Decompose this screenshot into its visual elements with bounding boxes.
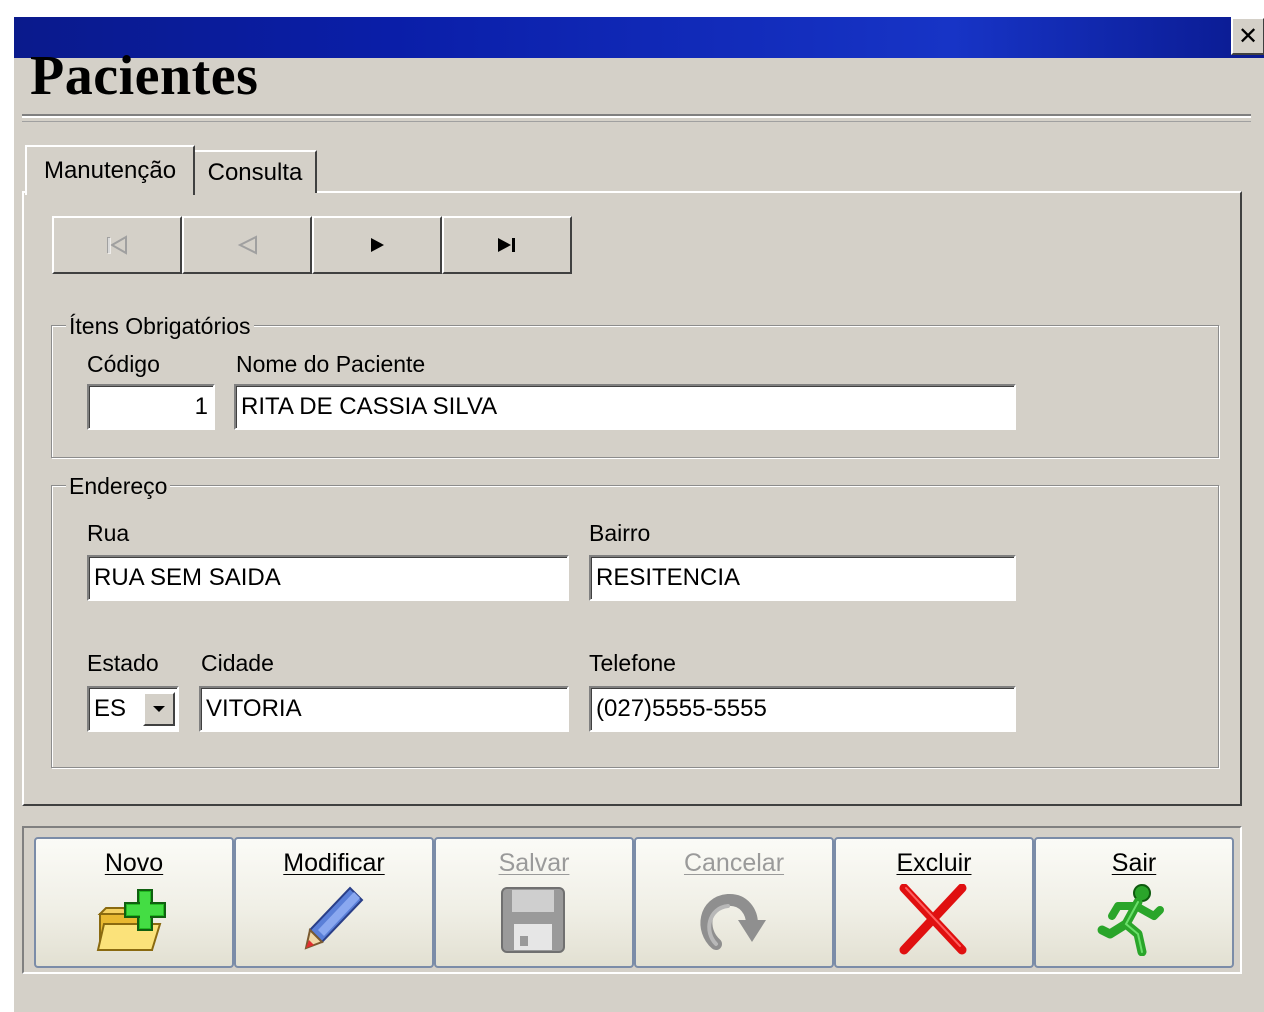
cidade-field[interactable]: VITORIA	[199, 686, 569, 732]
close-button[interactable]: ✕	[1231, 17, 1264, 55]
novo-button[interactable]: Novo	[34, 837, 234, 968]
cancelar-label: Cancelar	[683, 849, 785, 877]
rua-field[interactable]: RUA SEM SAIDA	[87, 555, 569, 601]
tab-manutencao[interactable]: Manutenção	[25, 145, 195, 195]
next-record-button[interactable]	[312, 216, 442, 274]
last-record-icon	[498, 238, 515, 252]
nome-paciente-field[interactable]: RITA DE CASSIA SILVA	[234, 384, 1016, 430]
title-divider	[22, 114, 1251, 118]
modificar-label: Modificar	[283, 849, 385, 877]
next-record-icon	[371, 238, 384, 252]
rua-label: Rua	[87, 520, 130, 546]
novo-label: Novo	[104, 849, 164, 877]
salvar-button[interactable]: Salvar	[434, 837, 634, 968]
first-record-icon	[107, 235, 127, 255]
cancelar-button[interactable]: Cancelar	[634, 837, 834, 968]
new-folder-icon	[96, 889, 166, 951]
close-icon: ✕	[1237, 22, 1259, 50]
address-legend: Endereço	[66, 473, 171, 500]
tab-consulta-label: Consulta	[207, 158, 303, 186]
undo-arrow-icon	[700, 894, 766, 950]
salvar-label: Salvar	[498, 849, 570, 877]
prior-record-icon	[237, 235, 257, 255]
title-divider-secondary	[22, 121, 1251, 122]
telefone-label: Telefone	[589, 650, 676, 676]
modificar-button[interactable]: Modificar	[234, 837, 434, 968]
floppy-disk-icon	[501, 887, 565, 953]
prior-record-button[interactable]	[182, 216, 312, 274]
excluir-button[interactable]: Excluir	[834, 837, 1034, 968]
pencil-icon	[304, 886, 364, 950]
sair-label: Sair	[1111, 849, 1157, 877]
chevron-down-icon	[153, 706, 165, 712]
required-items-legend: Ítens Obrigatórios	[66, 313, 254, 340]
first-record-button[interactable]	[52, 216, 182, 274]
nome-paciente-label: Nome do Paciente	[236, 351, 426, 377]
red-x-icon	[899, 884, 967, 955]
running-man-icon	[1097, 884, 1164, 956]
estado-selected-value: ES	[94, 695, 127, 722]
tab-consulta[interactable]: Consulta	[195, 150, 317, 193]
estado-dropdown-button[interactable]	[143, 692, 175, 726]
last-record-button[interactable]	[442, 216, 572, 274]
tab-manutencao-label: Manutenção	[43, 157, 177, 184]
bairro-field[interactable]: RESITENCIA	[589, 555, 1016, 601]
sair-button[interactable]: Sair	[1034, 837, 1234, 968]
codigo-label: Código	[87, 351, 160, 377]
page-title: Pacientes	[30, 45, 259, 107]
cidade-label: Cidade	[201, 650, 274, 676]
estado-select[interactable]: ES	[87, 686, 179, 732]
estado-label: Estado	[87, 650, 159, 676]
bairro-label: Bairro	[589, 520, 651, 546]
telefone-field[interactable]: (027)5555-5555	[589, 686, 1016, 732]
codigo-field[interactable]: 1	[87, 384, 215, 430]
excluir-label: Excluir	[896, 849, 972, 877]
